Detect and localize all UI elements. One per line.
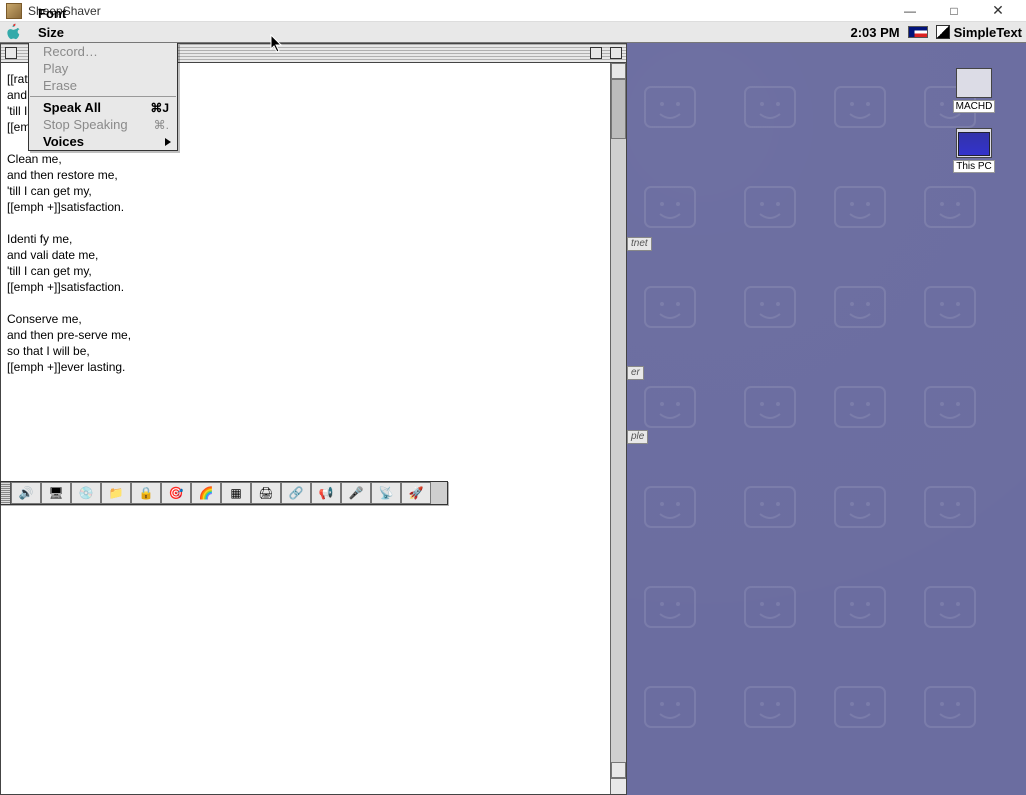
mac-desktop[interactable]: FileEditFontSizeStyleSoundHelp 2:03 PM S… — [0, 22, 1026, 795]
control-strip-appletalk[interactable]: 🔗 — [281, 482, 311, 504]
wallpaper-face-icon — [640, 582, 700, 632]
control-strip-speaker[interactable]: 📢 — [311, 482, 341, 504]
control-strip-tab[interactable] — [1, 482, 11, 504]
mac-menubar: FileEditFontSizeStyleSoundHelp 2:03 PM S… — [0, 22, 1026, 43]
control-strip-colorsync[interactable]: 🎯 — [161, 482, 191, 504]
desktop-icon-label: MACHD — [953, 100, 996, 113]
peek-label: ple — [627, 430, 648, 444]
wallpaper-face-icon — [830, 582, 890, 632]
hard-disk-icon — [956, 68, 992, 98]
menu-item-play: Play — [29, 60, 177, 77]
wallpaper-face-icon — [640, 82, 700, 132]
simpletext-icon — [936, 25, 950, 39]
wallpaper-face-icon — [740, 182, 800, 232]
wallpaper-face-icon — [740, 682, 800, 732]
pc-icon — [956, 128, 992, 158]
close-box[interactable] — [5, 47, 17, 59]
simpletext-window: [[rate -60]]Push me, and then just touch… — [0, 43, 627, 795]
desktop-icon-thispc[interactable]: This PC — [942, 128, 1006, 173]
apple-menu-icon[interactable] — [4, 23, 22, 41]
mouse-cursor — [270, 34, 284, 54]
wallpaper-face-icon — [740, 82, 800, 132]
control-strip-launcher[interactable]: 🚀 — [401, 482, 431, 504]
menu-item-voices[interactable]: Voices — [29, 133, 177, 150]
menu-size[interactable]: Size — [28, 23, 88, 42]
menu-item-erase: Erase — [29, 77, 177, 94]
menu-font[interactable]: Font — [28, 4, 88, 23]
control-strip-cd[interactable]: 💿 — [71, 482, 101, 504]
wallpaper-face-icon — [640, 282, 700, 332]
peek-label: er — [627, 366, 644, 380]
wallpaper-face-icon — [920, 682, 980, 732]
sound-menu-dropdown: Record…PlayErase Speak All⌘JStop Speaking… — [28, 43, 178, 151]
wallpaper-face-icon — [920, 282, 980, 332]
wallpaper-face-icon — [640, 682, 700, 732]
wallpaper-face-icon — [830, 482, 890, 532]
host-titlebar: SheepShaver — □ ✕ — [0, 0, 1026, 22]
desktop-icon-machd[interactable]: MACHD — [942, 68, 1006, 113]
scroll-down-button[interactable] — [611, 762, 626, 778]
wallpaper-face-icon — [920, 482, 980, 532]
wallpaper-face-icon — [640, 182, 700, 232]
application-menu[interactable]: SimpleText — [936, 25, 1022, 40]
zoom-box[interactable] — [590, 47, 602, 59]
scroll-thumb[interactable] — [611, 79, 626, 139]
menu-item-record-: Record… — [29, 43, 177, 60]
menu-item-speak-all[interactable]: Speak All⌘J — [29, 99, 177, 116]
menu-item-stop-speaking: Stop Speaking⌘. — [29, 116, 177, 133]
control-strip[interactable]: 🔊🖥💿📁🔒🎯🌈▦🖨🔗📢🎤📡🚀 — [0, 481, 448, 505]
wallpaper-face-icon — [830, 382, 890, 432]
control-strip-lock[interactable]: 🔒 — [131, 482, 161, 504]
menu-clock[interactable]: 2:03 PM — [850, 25, 899, 40]
sheepshaver-icon — [6, 3, 22, 19]
wallpaper-face-icon — [640, 382, 700, 432]
resize-handle[interactable] — [611, 778, 626, 794]
desktop-icon-label: This PC — [953, 160, 995, 173]
control-strip-color-depth[interactable]: 🌈 — [191, 482, 221, 504]
wallpaper-face-icon — [830, 682, 890, 732]
submenu-arrow-icon — [165, 138, 171, 146]
application-name: SimpleText — [954, 25, 1022, 40]
scroll-up-button[interactable] — [611, 63, 626, 79]
wallpaper-face-icon — [740, 482, 800, 532]
menu-shortcut: ⌘J — [150, 101, 169, 115]
menu-separator — [30, 96, 176, 97]
control-strip-mic[interactable]: 🎤 — [341, 482, 371, 504]
control-strip-printer[interactable]: 🖨 — [251, 482, 281, 504]
control-strip-file-sharing[interactable]: 📁 — [101, 482, 131, 504]
control-strip-monitor[interactable]: 🖥 — [41, 482, 71, 504]
wallpaper-face-icon — [740, 582, 800, 632]
keyboard-flag-icon[interactable] — [908, 26, 928, 38]
host-minimize-button[interactable]: — — [888, 0, 932, 22]
control-strip-remote[interactable]: 📡 — [371, 482, 401, 504]
wallpaper-face-icon — [830, 282, 890, 332]
wallpaper-face-icon — [740, 382, 800, 432]
vertical-scrollbar[interactable] — [610, 63, 626, 794]
control-strip-pattern[interactable]: ▦ — [221, 482, 251, 504]
document-text-area[interactable]: [[rate -60]]Push me, and then just touch… — [1, 63, 610, 794]
menu-shortcut: ⌘. — [154, 118, 169, 132]
wallpaper-face-icon — [830, 82, 890, 132]
wallpaper-face-icon — [640, 482, 700, 532]
host-maximize-button[interactable]: □ — [932, 0, 976, 22]
peek-label: tnet — [627, 237, 652, 251]
control-strip-audio[interactable]: 🔊 — [11, 482, 41, 504]
wallpaper-face-icon — [740, 282, 800, 332]
wallpaper-face-icon — [920, 382, 980, 432]
host-close-button[interactable]: ✕ — [976, 0, 1020, 22]
scroll-track[interactable] — [611, 79, 626, 762]
wallpaper-face-icon — [920, 582, 980, 632]
collapse-box[interactable] — [610, 47, 622, 59]
wallpaper-face-icon — [830, 182, 890, 232]
wallpaper-face-icon — [920, 182, 980, 232]
control-strip-handle[interactable] — [431, 482, 447, 504]
